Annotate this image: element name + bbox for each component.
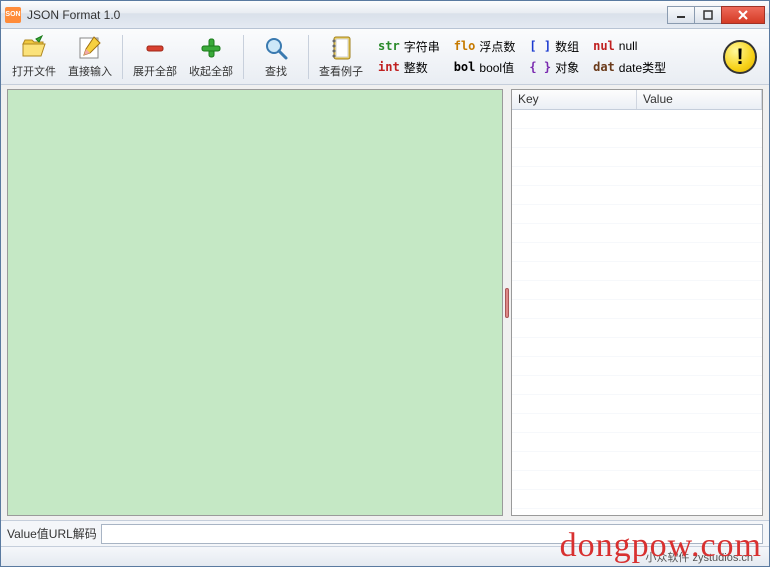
toolbar: 打开文件 直接输入 展开全部 收起全部 查找 bbox=[1, 29, 769, 85]
toolbar-separator bbox=[308, 35, 309, 79]
bottom-bar: Value值URL解码 bbox=[1, 520, 769, 546]
direct-input-button[interactable]: 直接输入 bbox=[63, 32, 117, 82]
type-legend: str字符串 flo浮点数 [ ]数组 nulnull int整数 bolboo… bbox=[378, 38, 666, 76]
status-bar: 小众软件 zystudios.cn bbox=[1, 546, 769, 566]
status-text: 小众软件 zystudios.cn bbox=[645, 549, 753, 565]
json-tree-panel[interactable] bbox=[7, 89, 503, 516]
kv-header: Key Value bbox=[512, 90, 762, 110]
window-controls bbox=[668, 6, 765, 24]
legend-str: str字符串 bbox=[378, 38, 440, 55]
url-decode-input[interactable] bbox=[101, 524, 763, 544]
close-icon bbox=[737, 9, 749, 21]
splitter[interactable] bbox=[503, 89, 511, 516]
minimize-icon bbox=[676, 10, 686, 20]
legend-bol: bolbool值 bbox=[454, 59, 516, 76]
collapse-all-button[interactable]: 收起全部 bbox=[184, 32, 238, 82]
kv-body[interactable] bbox=[512, 110, 762, 515]
plus-icon bbox=[197, 34, 225, 62]
url-decode-label: Value值URL解码 bbox=[7, 525, 97, 542]
minus-icon bbox=[141, 34, 169, 62]
collapse-all-label: 收起全部 bbox=[189, 63, 233, 79]
splitter-handle-icon bbox=[505, 288, 509, 318]
value-column-header[interactable]: Value bbox=[637, 90, 762, 109]
legend-arr: [ ]数组 bbox=[529, 38, 579, 55]
app-window: SON JSON Format 1.0 打开文件 直接输入 bbox=[0, 0, 770, 567]
expand-all-button[interactable]: 展开全部 bbox=[128, 32, 182, 82]
view-examples-button[interactable]: 查看例子 bbox=[314, 32, 368, 82]
key-column-header[interactable]: Key bbox=[512, 90, 637, 109]
legend-int: int整数 bbox=[378, 59, 440, 76]
warning-icon[interactable]: ! bbox=[723, 40, 757, 74]
open-file-button[interactable]: 打开文件 bbox=[7, 32, 61, 82]
toolbar-separator bbox=[122, 35, 123, 79]
legend-flo: flo浮点数 bbox=[454, 38, 516, 55]
minimize-button[interactable] bbox=[667, 6, 695, 24]
expand-all-label: 展开全部 bbox=[133, 63, 177, 79]
main-area: Key Value bbox=[1, 85, 769, 520]
search-label: 查找 bbox=[265, 63, 287, 79]
notebook-icon bbox=[327, 34, 355, 62]
maximize-icon bbox=[703, 10, 713, 20]
legend-dat: datdate类型 bbox=[593, 59, 666, 76]
app-icon: SON bbox=[5, 7, 21, 23]
open-file-label: 打开文件 bbox=[12, 63, 56, 79]
legend-nul: nulnull bbox=[593, 38, 666, 55]
titlebar: SON JSON Format 1.0 bbox=[1, 1, 769, 29]
legend-obj: { }对象 bbox=[529, 59, 579, 76]
folder-open-icon bbox=[20, 34, 48, 62]
direct-input-label: 直接输入 bbox=[68, 63, 112, 79]
edit-icon bbox=[76, 34, 104, 62]
view-examples-label: 查看例子 bbox=[319, 63, 363, 79]
search-icon bbox=[262, 34, 290, 62]
search-button[interactable]: 查找 bbox=[249, 32, 303, 82]
window-title: JSON Format 1.0 bbox=[27, 8, 668, 22]
toolbar-separator bbox=[243, 35, 244, 79]
maximize-button[interactable] bbox=[694, 6, 722, 24]
key-value-panel: Key Value bbox=[511, 89, 763, 516]
close-button[interactable] bbox=[721, 6, 765, 24]
